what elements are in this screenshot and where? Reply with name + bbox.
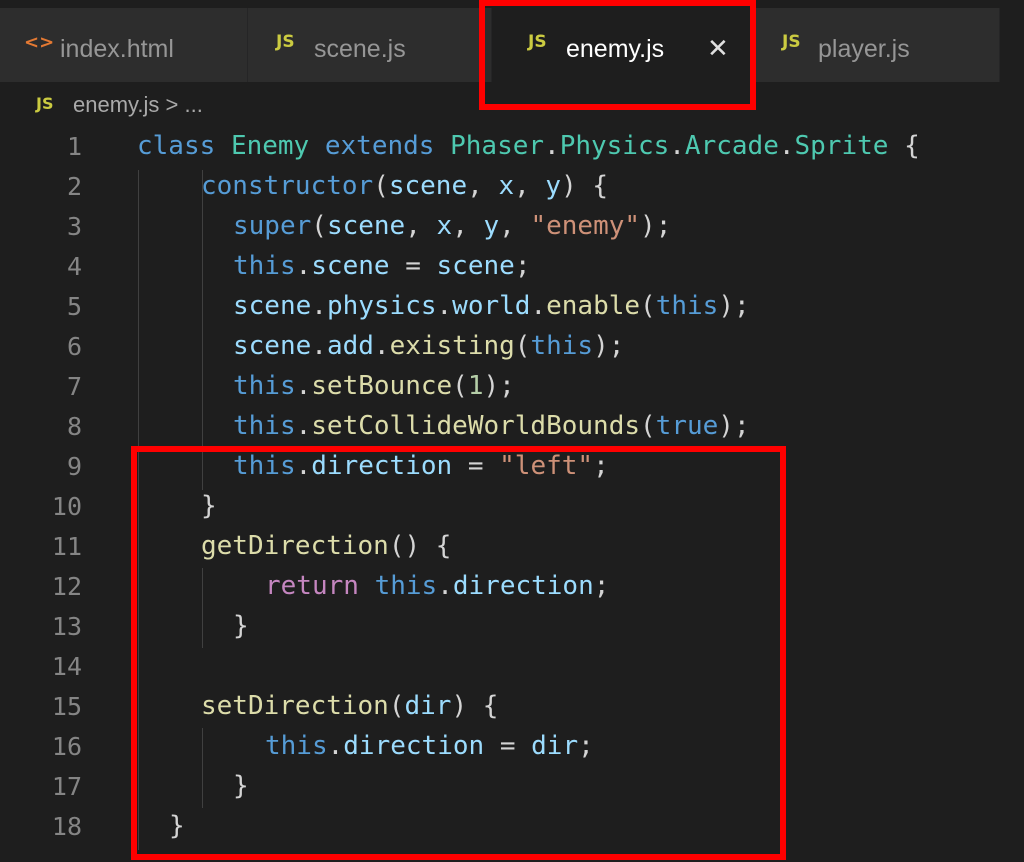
code-line: 2 constructor(scene, x, y) { [0, 168, 1024, 208]
line-number: 7 [66, 372, 82, 401]
line-text: scene.add.existing(this); [233, 331, 625, 361]
code-line: 8 this.setCollideWorldBounds(true); [0, 408, 1024, 448]
tab-scene-js[interactable]: JS scene.js [248, 8, 492, 82]
line-number: 16 [51, 732, 82, 761]
line-number: 4 [66, 252, 82, 281]
line-number: 18 [51, 812, 82, 841]
line-number: 1 [66, 132, 82, 161]
tab-label: index.html [60, 35, 174, 63]
js-file-icon: JS [276, 32, 295, 52]
tab-bar-empty-area [1000, 8, 1024, 82]
js-file-icon: JS [36, 94, 54, 113]
code-line: 7 this.setBounce(1); [0, 368, 1024, 408]
line-text: constructor(scene, x, y) { [201, 171, 609, 201]
tab-label: scene.js [314, 35, 406, 63]
line-number: 3 [66, 212, 82, 241]
line-text: this.setCollideWorldBounds(true); [233, 411, 750, 441]
highlight-box-code [131, 446, 786, 860]
html-file-icon: <> [24, 32, 55, 53]
line-number: 17 [51, 772, 82, 801]
line-number: 5 [66, 292, 82, 321]
line-text: class Enemy extends Phaser.Physics.Arcad… [137, 131, 920, 161]
code-line: 6 scene.add.existing(this); [0, 328, 1024, 368]
line-text: this.setBounce(1); [233, 371, 515, 401]
line-number: 10 [51, 492, 82, 521]
line-number: 11 [51, 532, 82, 561]
code-editor: <> index.html JS scene.js JS enemy.js ✕ … [0, 0, 1024, 862]
line-number: 6 [66, 332, 82, 361]
code-line: 4 this.scene = scene; [0, 248, 1024, 288]
tab-player-js[interactable]: JS player.js [754, 8, 1000, 82]
code-line: 3 super(scene, x, y, "enemy"); [0, 208, 1024, 248]
highlight-box-active-tab [479, 0, 756, 110]
line-number: 15 [51, 692, 82, 721]
breadcrumb-path[interactable]: enemy.js > ... [73, 92, 203, 118]
line-text: this.scene = scene; [233, 251, 531, 281]
code-line: 1 class Enemy extends Phaser.Physics.Arc… [0, 128, 1024, 168]
line-number: 14 [51, 652, 82, 681]
line-text: scene.physics.world.enable(this); [233, 291, 750, 321]
tab-label: player.js [818, 35, 910, 63]
line-number: 13 [51, 612, 82, 641]
line-number: 2 [66, 172, 82, 201]
code-line: 5 scene.physics.world.enable(this); [0, 288, 1024, 328]
tab-index-html[interactable]: <> index.html [0, 8, 248, 82]
js-file-icon: JS [782, 32, 801, 52]
line-number: 12 [51, 572, 82, 601]
line-number: 8 [66, 412, 82, 441]
line-text: super(scene, x, y, "enemy"); [233, 211, 672, 241]
line-number: 9 [66, 452, 82, 481]
